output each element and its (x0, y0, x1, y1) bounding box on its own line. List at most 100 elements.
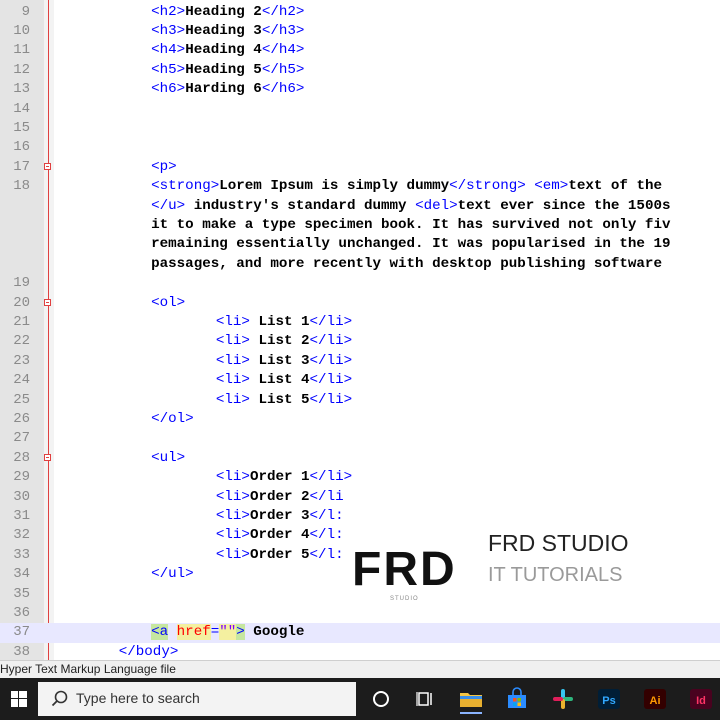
code-text: <h2>Heading 2</h2> (151, 3, 304, 22)
code-line[interactable]: 23 <li> List 3</li> (0, 352, 720, 371)
code-token: <li> (215, 352, 250, 369)
line-number: 30 (13, 488, 30, 505)
code-text-segment: Lorem Ipsum is simply dummy (219, 178, 450, 195)
code-text: </u> industry's standard dummy <del>text… (151, 197, 670, 216)
code-line[interactable]: 20 <ol> (0, 294, 720, 313)
code-text: <li> List 3</li> (216, 352, 352, 371)
code-text-segment: Heading 5 (185, 61, 262, 78)
code-line[interactable]: 12 <h5>Heading 5</h5> (0, 61, 720, 80)
code-text-segment: Heading 4 (185, 42, 262, 59)
code-token: <h4> (151, 42, 186, 59)
code-token: </l: (309, 507, 344, 524)
code-token: <h2> (151, 3, 186, 20)
code-line[interactable]: 24 <li> List 4</li> (0, 371, 720, 390)
code-line[interactable]: 16 (0, 138, 720, 157)
illustrator-button[interactable]: Ai (640, 684, 670, 714)
code-line[interactable]: 18 <strong>Lorem Ipsum is simply dummy</s… (0, 177, 720, 196)
line-number: 29 (13, 469, 30, 486)
code-text-segment: Heading 3 (185, 22, 262, 39)
code-line[interactable]: it to make a type specimen book. It has … (0, 216, 720, 235)
line-number: 22 (13, 333, 30, 350)
code-text: </ul> (151, 565, 194, 584)
code-line[interactable]: </u> industry's standard dummy <del>text… (0, 197, 720, 216)
svg-text:Ai: Ai (650, 695, 661, 707)
code-token: </li> (309, 469, 353, 486)
fold-toggle-icon[interactable] (44, 453, 51, 461)
code-token: </ul> (151, 566, 194, 583)
code-text-segment: Order 3 (249, 507, 310, 524)
svg-text:Id: Id (696, 695, 706, 707)
code-line[interactable]: 13 <h6>Harding 6</h6> (0, 80, 720, 99)
line-number: 31 (13, 507, 30, 524)
code-token: </strong> (449, 178, 526, 195)
microsoft-store-button[interactable] (502, 684, 532, 714)
task-view-icon (416, 692, 432, 706)
code-token: </li> (309, 372, 353, 389)
code-text-segment: text ever since the 1500s (457, 197, 671, 214)
code-line[interactable]: 31 <li>Order 3</l: (0, 507, 720, 526)
line-number: 36 (13, 604, 30, 621)
code-line[interactable]: 28 <ul> (0, 449, 720, 468)
code-token: <li> (215, 527, 250, 544)
code-text-segment: text of the (568, 178, 662, 195)
code-line[interactable]: 29 <li>Order 1</li> (0, 468, 720, 487)
line-number: 37 (13, 624, 30, 641)
code-token: </li (309, 488, 344, 505)
code-text: <li>Order 2</li (216, 488, 344, 507)
code-token: </li> (309, 333, 353, 350)
code-token: <li> (215, 372, 250, 389)
code-token: </h6> (261, 81, 305, 98)
code-token: "" (219, 624, 237, 641)
code-line[interactable]: 37 <a href=""> Google (0, 623, 720, 643)
code-text-segment (526, 178, 535, 194)
code-text-segment: it to make a type specimen book. It has … (151, 216, 671, 233)
code-line[interactable]: remaining essentially unchanged. It was … (0, 235, 720, 254)
code-line[interactable]: 10 <h3>Heading 3</h3> (0, 22, 720, 41)
code-line[interactable]: 21 <li> List 1</li> (0, 313, 720, 332)
indesign-button[interactable]: Id (686, 684, 716, 714)
code-token: </li> (309, 391, 353, 408)
code-line[interactable]: 15 (0, 119, 720, 138)
code-line[interactable]: 22 <li> List 2</li> (0, 332, 720, 351)
code-line[interactable]: 9 <h2>Heading 2</h2> (0, 3, 720, 22)
fold-toggle-icon[interactable] (44, 162, 51, 170)
photoshop-button[interactable]: Ps (594, 684, 624, 714)
code-line[interactable]: 19 (0, 274, 720, 293)
code-line[interactable]: 17 <p> (0, 158, 720, 177)
slack-button[interactable] (548, 684, 578, 714)
line-number: 38 (13, 643, 30, 660)
code-text: <strong>Lorem Ipsum is simply dummy</str… (151, 177, 662, 196)
start-button[interactable] (0, 678, 38, 720)
code-line[interactable]: 25 <li> List 5</li> (0, 391, 720, 410)
svg-text:Ps: Ps (602, 695, 615, 707)
slack-icon (553, 689, 573, 709)
line-number: 20 (13, 294, 30, 311)
photoshop-icon: Ps (598, 689, 620, 709)
code-line[interactable]: passages, and more recently with desktop… (0, 255, 720, 274)
code-text: <h4>Heading 4</h4> (151, 41, 304, 60)
code-line[interactable]: 27 (0, 429, 720, 448)
line-number: 28 (13, 449, 30, 466)
code-token: </h3> (261, 22, 305, 39)
code-token: <strong> (151, 178, 220, 195)
fold-toggle-icon[interactable] (44, 298, 51, 306)
line-number: 33 (13, 546, 30, 563)
code-line[interactable]: 26 </ol> (0, 410, 720, 429)
file-explorer-button[interactable] (456, 684, 486, 714)
code-line[interactable]: 38 </body> (0, 643, 720, 660)
code-token: </li> (309, 313, 353, 330)
task-view-button[interactable] (410, 684, 440, 714)
line-number: 12 (13, 61, 30, 78)
code-text-segment: List 1 (249, 313, 310, 330)
taskbar-search-box[interactable]: Type here to search (38, 682, 356, 716)
code-line[interactable]: 30 <li>Order 2</li (0, 488, 720, 507)
code-text: <li>Order 1</li> (216, 468, 352, 487)
line-number: 23 (13, 352, 30, 369)
code-text: <li> List 5</li> (216, 391, 352, 410)
code-text-segment: List 5 (249, 391, 310, 408)
code-line[interactable]: 11 <h4>Heading 4</h4> (0, 41, 720, 60)
cortana-button[interactable] (366, 684, 396, 714)
code-token: </li> (309, 352, 353, 369)
code-line[interactable]: 14 (0, 100, 720, 119)
code-text: <li>Order 4</l: (216, 526, 344, 545)
